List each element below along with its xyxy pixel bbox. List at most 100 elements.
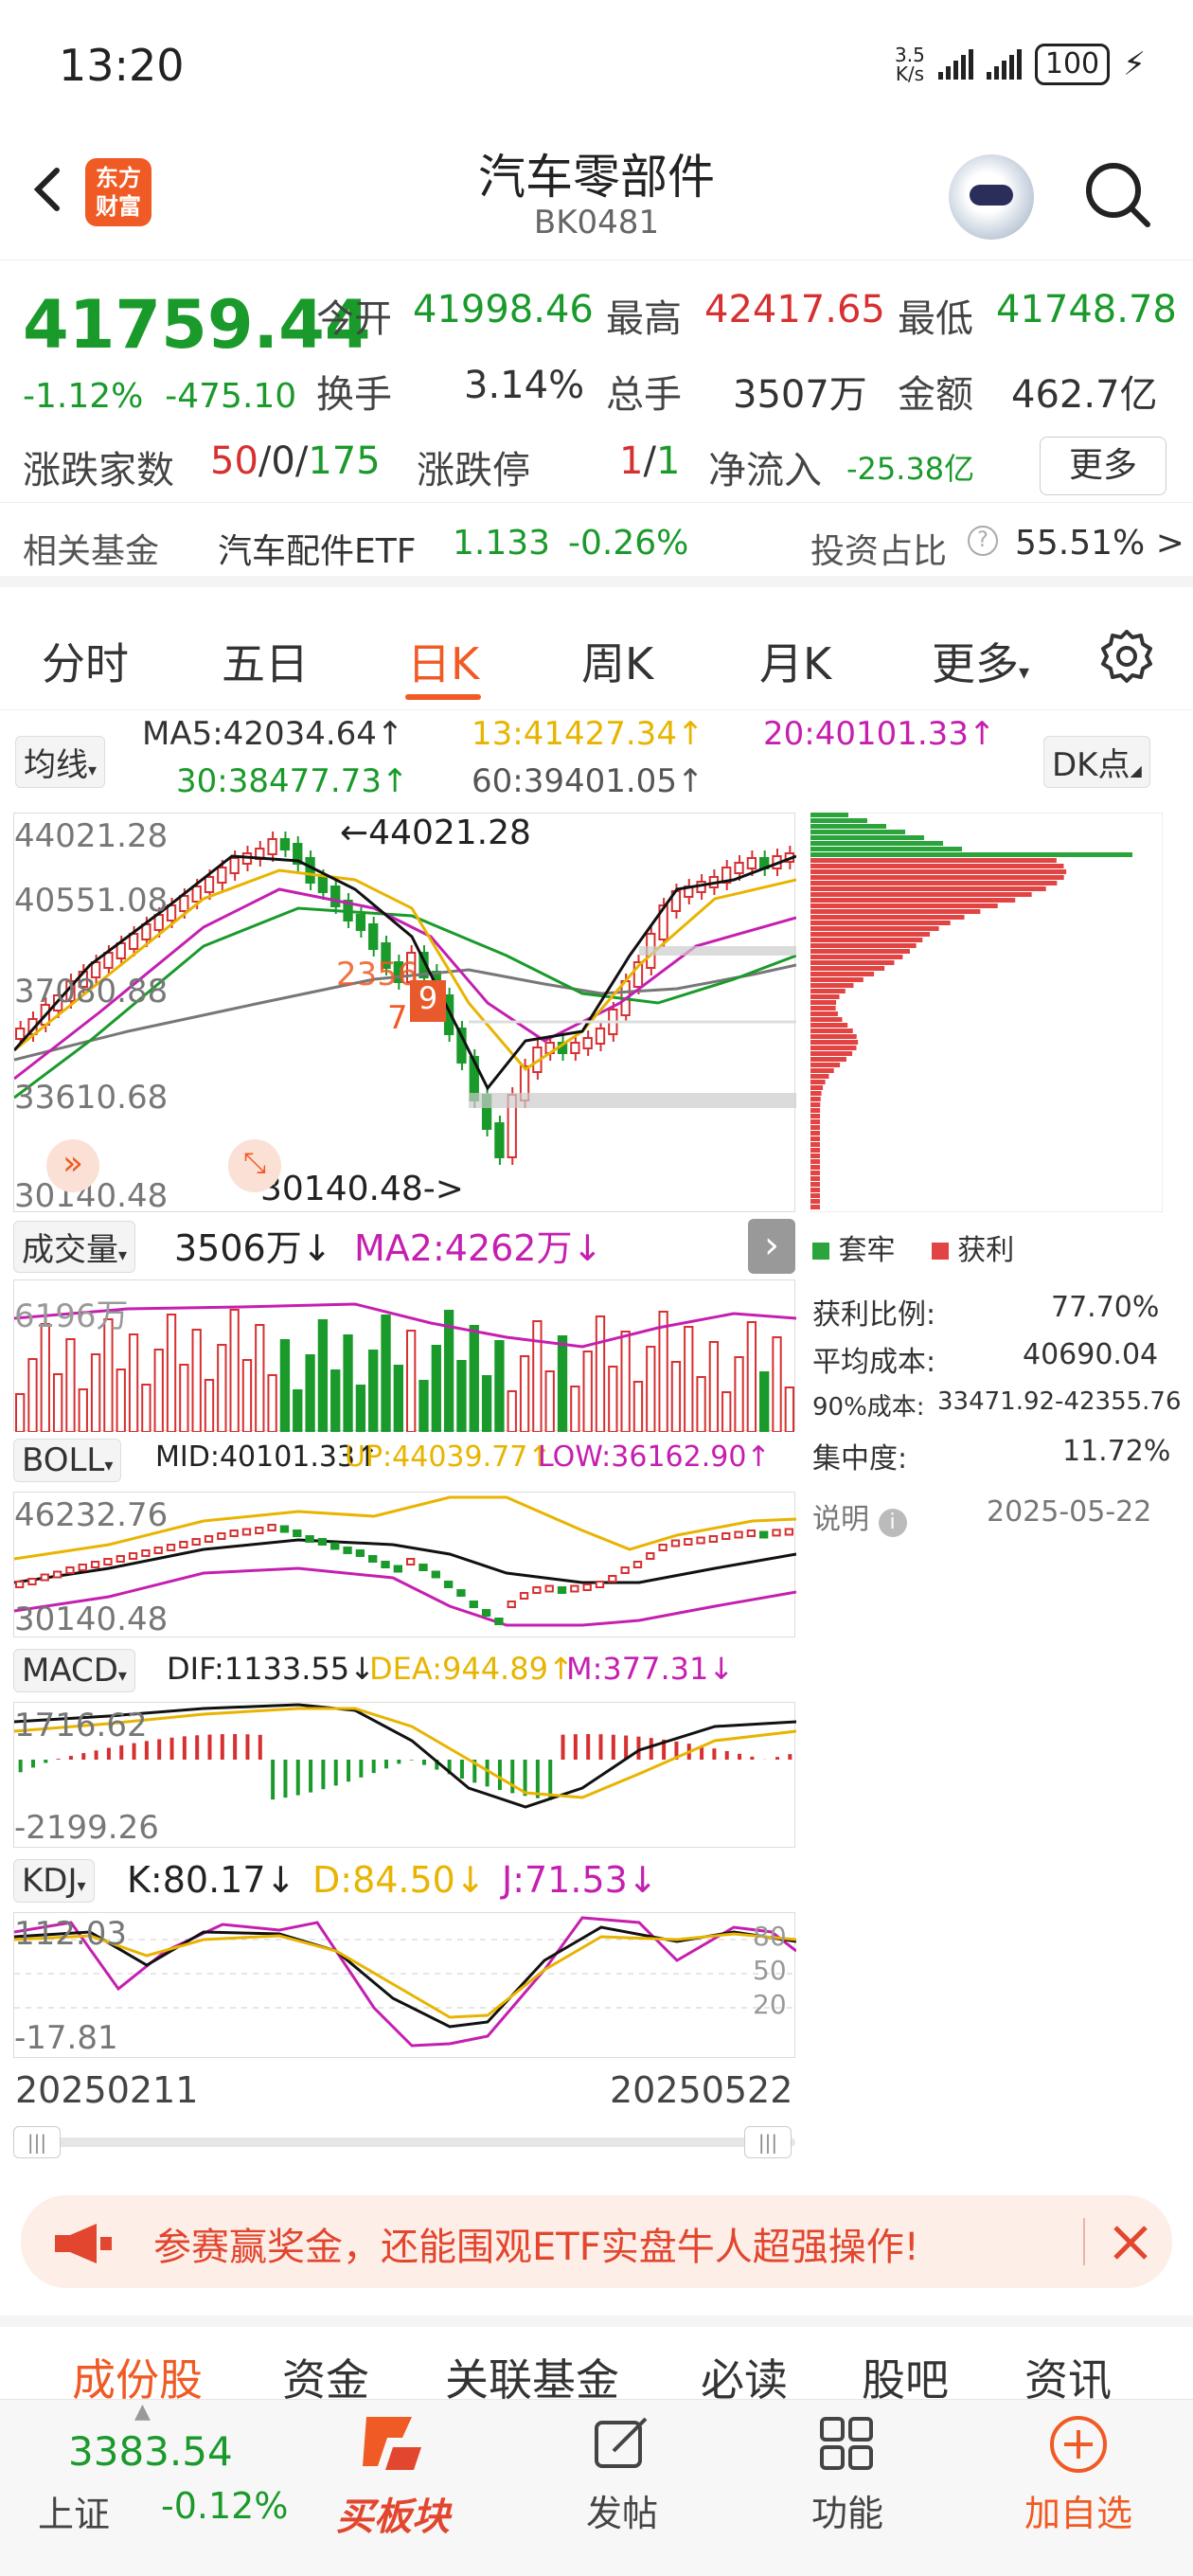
boll-candle	[469, 1601, 478, 1608]
tab-five-day[interactable]: 五日	[222, 630, 309, 692]
add-watchlist-button[interactable]: 加自选	[1017, 2413, 1140, 2536]
tab-daily-k[interactable]: 日K	[407, 630, 479, 692]
boll-candle	[443, 1581, 454, 1588]
volume-bar	[305, 1354, 315, 1433]
chip-bar	[810, 1102, 821, 1107]
range-scrollbar[interactable]	[13, 2138, 795, 2147]
kline-panel[interactable]: 44021.28 40551.08 37080.88 33610.68 3014…	[12, 813, 797, 1215]
volume-bar	[317, 1319, 329, 1433]
volume-bar	[608, 1366, 618, 1433]
close-icon[interactable]	[1110, 2222, 1151, 2263]
search-icon[interactable]	[1079, 156, 1155, 232]
boll-candle	[15, 1581, 25, 1588]
boll-candle	[355, 1549, 365, 1557]
signal-label-9: 9	[410, 980, 446, 1022]
candle-body	[15, 1028, 26, 1040]
y-tick-4: 33610.68	[14, 1079, 169, 1117]
functions-button[interactable]: 功能	[786, 2413, 909, 2536]
ratio-value[interactable]: 55.51% >	[1015, 524, 1184, 563]
volume-bar	[381, 1315, 391, 1433]
chip-bar	[810, 1006, 836, 1011]
kdj-dropdown[interactable]: KDJ▾	[13, 1859, 95, 1903]
index-value[interactable]: 3383.54	[68, 2428, 233, 2475]
tab-more[interactable]: 更多▾	[932, 630, 1029, 692]
amount-value: 462.7亿	[1011, 373, 1158, 417]
boll-candle	[595, 1581, 605, 1588]
chip-bar	[810, 1188, 820, 1192]
assistant-robot-icon[interactable]	[949, 154, 1034, 240]
cost90-value: 33471.92-42355.76	[937, 1387, 1182, 1416]
dk-point-button[interactable]: DK点◢	[1043, 736, 1150, 788]
boll-candle	[381, 1561, 390, 1568]
chip-bar	[810, 1165, 820, 1170]
collapse-arrow-icon[interactable]: ›	[748, 1219, 795, 1274]
updown-label: 涨跌家数	[23, 449, 174, 492]
tab-intraday[interactable]: 分时	[42, 630, 129, 692]
post-button[interactable]: 发帖	[561, 2413, 684, 2536]
boll-candle	[78, 1564, 87, 1571]
note-label[interactable]: 说明 i	[812, 1495, 907, 1537]
kdj-level-50: 50	[753, 1955, 787, 1986]
ma-dropdown[interactable]: 均线▾	[15, 736, 106, 788]
volume-bar	[544, 1370, 555, 1433]
kdj-tick-bottom: -17.81	[14, 2019, 118, 2057]
promo-banner[interactable]: 参赛赢奖金，还能围观ETF实盘牛人超强操作!	[21, 2195, 1172, 2288]
macd-dropdown[interactable]: MACD▾	[13, 1649, 135, 1692]
chip-bar	[810, 938, 923, 942]
ma20-value: 20:40101.33↑	[763, 715, 996, 753]
chip-bar	[810, 1176, 820, 1181]
chip-bar	[810, 1119, 821, 1124]
buy-sector-button[interactable]: 买板块	[331, 2409, 454, 2541]
concentration-value: 11.72%	[1062, 1435, 1171, 1468]
volume-bar	[684, 1326, 694, 1433]
fullscreen-icon[interactable]: ⤡	[228, 1139, 281, 1192]
range-handle-right[interactable]: |||	[744, 2126, 792, 2158]
volume-bar	[646, 1346, 656, 1433]
chip-bar	[810, 858, 1057, 863]
boll-up: UP:44039.77↑	[345, 1440, 552, 1474]
boll-candle	[141, 1549, 151, 1557]
open-label: 今开	[316, 297, 392, 341]
tab-weekly-k[interactable]: 周K	[581, 630, 653, 692]
chip-legend: 套牢 获利	[812, 1226, 1014, 1268]
boll-dropdown[interactable]: BOLL▾	[13, 1439, 122, 1482]
index-name: 上证	[38, 2494, 111, 2535]
range-handle-left[interactable]: |||	[13, 2126, 61, 2158]
volume-bar	[443, 1310, 454, 1433]
chip-bar	[810, 864, 1064, 868]
volume-value: 3507万	[733, 373, 867, 417]
chip-bar	[810, 1097, 821, 1101]
battery-icon: 100	[1034, 44, 1111, 85]
related-fund-row[interactable]: 相关基金 汽车配件ETF 1.133 -0.26% 投资占比 ? 55.51% …	[0, 502, 1193, 587]
more-quote-button[interactable]: 更多	[1040, 437, 1166, 495]
volume-bar	[255, 1324, 265, 1433]
kdj-j-line	[13, 1916, 797, 2048]
ratio-label: 投资占比	[810, 532, 948, 571]
boll-candle	[507, 1601, 516, 1608]
gear-icon[interactable]	[1098, 628, 1155, 685]
boll-candle	[241, 1528, 252, 1536]
fund-name[interactable]: 汽车配件ETF	[218, 524, 416, 573]
chip-bar	[810, 1108, 821, 1113]
boll-low: LOW:36162.90↑	[538, 1440, 771, 1474]
chip-bar	[810, 903, 998, 908]
volume-bar	[494, 1340, 505, 1433]
candle-body	[217, 867, 227, 884]
net-speed: 3.5 K/s	[895, 44, 925, 85]
chip-bar	[810, 875, 1064, 880]
chip-bar	[810, 966, 885, 971]
chip-bar	[810, 892, 1032, 897]
bottom-action-bar: ▲ 3383.54 上证 -0.12% 买板块 发帖 功能 加自选	[0, 2399, 1193, 2576]
volume-bar	[343, 1334, 353, 1433]
volume-dropdown[interactable]: 成交量▾	[13, 1221, 136, 1273]
expand-left-icon[interactable]: »	[46, 1139, 99, 1192]
date-start: 20250211	[15, 2069, 199, 2111]
y-tick-1: 44021.28	[14, 817, 169, 855]
boll-candle	[759, 1530, 769, 1539]
y-tick-2: 40551.08	[14, 882, 169, 920]
boll-candle	[317, 1538, 328, 1546]
tab-monthly-k[interactable]: 月K	[759, 630, 831, 692]
help-icon[interactable]: ?	[968, 526, 998, 556]
limit-count: 1/1	[619, 439, 681, 483]
volume-ma2-label: MA2:4262万↓	[354, 1227, 603, 1269]
